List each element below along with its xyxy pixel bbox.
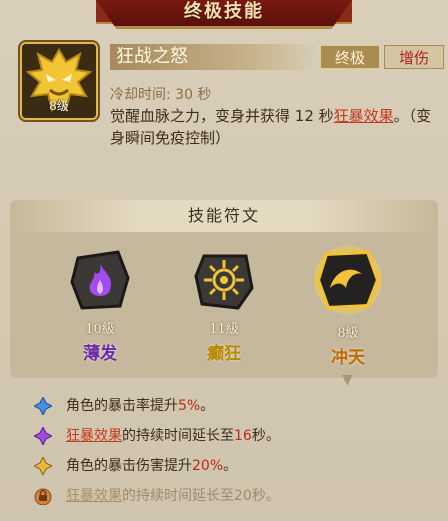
effect-rage-duration: 狂暴效果的持续时间延长至16秒。 <box>34 423 434 449</box>
effect-text: 秒。 <box>251 428 280 444</box>
rune-name: 癫狂 <box>207 344 241 364</box>
rune-name: 冲天 <box>331 348 365 368</box>
tag-damage-boost: 增伤 <box>384 45 444 69</box>
effect-value: 5% <box>178 398 201 414</box>
tag-ultimate: 终极 <box>320 45 380 69</box>
effect-text: 的持续时间延长至20秒。 <box>122 488 280 504</box>
effect-text: 角色的暴击伤害提升 <box>66 458 192 474</box>
effect-crit-rate: 角色的暴击率提升5%。 <box>34 393 434 419</box>
effect-text: 角色的暴击率提升 <box>66 398 178 414</box>
effect-text: 。 <box>200 398 215 414</box>
rune-section: 技能符文 10級 薄发 11級 癫狂 8級 冲天 <box>10 200 438 378</box>
effect-text: 的持续时间延长至 <box>122 428 234 444</box>
effect-value: 20% <box>192 458 224 474</box>
rage-effect-link[interactable]: 狂暴效果 <box>334 107 394 125</box>
lock-icon <box>34 488 52 505</box>
rune-level: 10級 <box>85 322 115 337</box>
skill-panel: 终极技能 8级 狂战之怒 终极 增伤 冷却时间: 30 秒 觉醒血脉之力，变身并… <box>0 0 448 521</box>
panel-title: 终极技能 <box>184 1 264 22</box>
effect-list: 角色的暴击率提升5%。 狂暴效果的持续时间延长至16秒。 角色的暴击伤害提升20… <box>34 393 434 513</box>
rune-level: 8級 <box>337 326 359 341</box>
effect-text: 。 <box>223 458 238 474</box>
gold-wave-rune-icon <box>314 246 382 314</box>
rune-item-diankuang[interactable]: 11級 癫狂 <box>174 248 274 364</box>
blue-diamond-icon <box>34 397 52 415</box>
gold-diamond-icon <box>34 457 52 475</box>
purple-diamond-icon <box>34 427 52 445</box>
rage-effect-link[interactable]: 狂暴效果 <box>66 428 122 444</box>
desc-text-1: 觉醒血脉之力，变身并获得 12 秒 <box>110 107 334 125</box>
gold-eye-rune-icon <box>194 254 254 310</box>
purple-flame-rune-icon <box>70 250 130 310</box>
skill-name: 狂战之怒 <box>110 44 318 70</box>
rune-name: 薄发 <box>83 344 117 364</box>
rune-item-bofa[interactable]: 10級 薄发 <box>50 248 150 364</box>
cooldown-text: 冷却时间: 30 秒 <box>110 87 212 103</box>
effect-locked: 狂暴效果的持续时间延长至20秒。 <box>34 483 434 509</box>
skill-level: 8级 <box>49 99 69 113</box>
rune-level: 11級 <box>209 322 239 337</box>
skill-icon[interactable]: 8级 <box>20 42 98 120</box>
rune-item-chongtian[interactable]: 8級 冲天 <box>298 246 398 368</box>
rune-section-title: 技能符文 <box>10 200 438 232</box>
effect-value: 16 <box>234 428 252 444</box>
chevron-down-icon: ▼ <box>342 372 353 388</box>
skill-description: 觉醒血脉之力，变身并获得 12 秒狂暴效果。（变身瞬间免疫控制） <box>110 105 440 149</box>
effect-crit-damage: 角色的暴击伤害提升20%。 <box>34 453 434 479</box>
rage-effect-link[interactable]: 狂暴效果 <box>66 488 122 504</box>
